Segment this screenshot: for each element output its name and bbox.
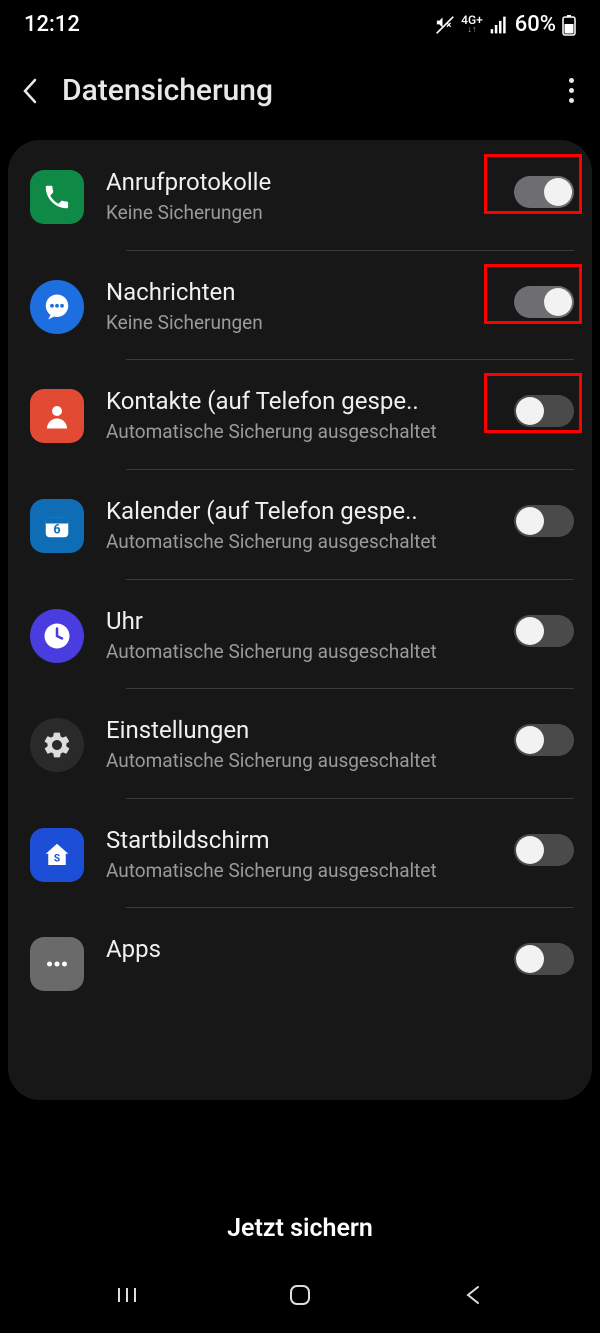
toggle-switch[interactable]: [514, 505, 574, 537]
toggle-switch[interactable]: [514, 943, 574, 975]
item-subtitle: Automatische Sicherung ausgeschaltet: [106, 748, 492, 774]
item-title: Einstellungen: [106, 716, 492, 744]
list-item[interactable]: 6 Kalender (auf Telefon gespe.. Automatisc…: [8, 469, 592, 579]
list-item[interactable]: Kontakte (auf Telefon gespe.. Automatisch…: [8, 359, 592, 469]
nav-back-button[interactable]: [459, 1281, 487, 1309]
header: Datensicherung: [0, 45, 600, 140]
list-item[interactable]: S Startbildschirm Automatische Sicherung a…: [8, 798, 592, 908]
list-item[interactable]: Apps: [8, 907, 592, 1015]
toggle-switch[interactable]: [514, 724, 574, 756]
item-text: Einstellungen Automatische Sicherung ausg…: [106, 716, 492, 774]
item-subtitle: Automatische Sicherung ausgeschaltet: [106, 529, 492, 555]
status-right: 4G+ ↓↑ 60%: [435, 12, 576, 37]
page-title: Datensicherung: [62, 73, 547, 108]
network-icon: 4G+ ↓↑: [461, 14, 483, 35]
list-item[interactable]: Anrufprotokolle Keine Sicherungen: [8, 140, 592, 250]
item-title: Anrufprotokolle: [106, 168, 492, 196]
svg-text:S: S: [54, 853, 60, 864]
home-icon: S: [30, 828, 84, 882]
bottom-bar: Jetzt sichern: [0, 1178, 600, 1333]
item-title: Kontakte (auf Telefon gespe..: [106, 387, 492, 415]
dots-icon: [30, 937, 84, 991]
list-item[interactable]: Uhr Automatische Sicherung ausgeschaltet: [8, 579, 592, 689]
item-text: Uhr Automatische Sicherung ausgeschaltet: [106, 607, 492, 665]
back-button[interactable]: [20, 81, 40, 101]
item-title: Startbildschirm: [106, 826, 492, 854]
person-icon: [30, 389, 84, 443]
clock-icon: [30, 609, 84, 663]
gear-icon: [30, 718, 84, 772]
item-subtitle: Keine Sicherungen: [106, 200, 492, 226]
list-item[interactable]: Nachrichten Keine Sicherungen: [8, 250, 592, 360]
status-time: 12:12: [24, 12, 80, 37]
item-subtitle: Automatische Sicherung ausgeschaltet: [106, 639, 492, 665]
toggle-switch[interactable]: [514, 395, 574, 427]
item-text: Anrufprotokolle Keine Sicherungen: [106, 168, 492, 226]
item-title: Uhr: [106, 607, 492, 635]
item-text: Apps: [106, 935, 492, 967]
nav-bar: [0, 1263, 600, 1333]
item-subtitle: Automatische Sicherung ausgeschaltet: [106, 419, 492, 445]
item-text: Nachrichten Keine Sicherungen: [106, 278, 492, 336]
item-subtitle: Keine Sicherungen: [106, 310, 492, 336]
more-menu-button[interactable]: [569, 78, 580, 103]
item-title: Apps: [106, 935, 492, 963]
list-item[interactable]: Einstellungen Automatische Sicherung ausg…: [8, 688, 592, 798]
settings-card: AnrufprotokolleKeine SicherungenNachrich…: [8, 140, 592, 1100]
signal-icon: [489, 15, 509, 35]
battery-icon: [562, 14, 576, 36]
item-text: Startbildschirm Automatische Sicherung au…: [106, 826, 492, 884]
mute-icon: [435, 15, 455, 35]
battery-percent: 60%: [515, 12, 556, 37]
phone-icon: [30, 170, 84, 224]
chat-icon: [30, 280, 84, 334]
item-text: Kontakte (auf Telefon gespe.. Automatisch…: [106, 387, 492, 445]
item-subtitle: Automatische Sicherung ausgeschaltet: [106, 858, 492, 884]
home-button[interactable]: [286, 1281, 314, 1309]
toggle-switch[interactable]: [514, 615, 574, 647]
svg-text:6: 6: [53, 522, 60, 537]
calendar-icon: 6: [30, 499, 84, 553]
item-text: Kalender (auf Telefon gespe.. Automatisch…: [106, 497, 492, 555]
toggle-switch[interactable]: [514, 176, 574, 208]
recents-button[interactable]: [113, 1281, 141, 1309]
item-title: Kalender (auf Telefon gespe..: [106, 497, 492, 525]
status-bar: 12:12 4G+ ↓↑ 60%: [0, 0, 600, 45]
backup-now-button[interactable]: Jetzt sichern: [0, 1178, 600, 1263]
item-title: Nachrichten: [106, 278, 492, 306]
toggle-switch[interactable]: [514, 286, 574, 318]
settings-list: AnrufprotokolleKeine SicherungenNachrich…: [8, 140, 592, 1015]
toggle-switch[interactable]: [514, 834, 574, 866]
